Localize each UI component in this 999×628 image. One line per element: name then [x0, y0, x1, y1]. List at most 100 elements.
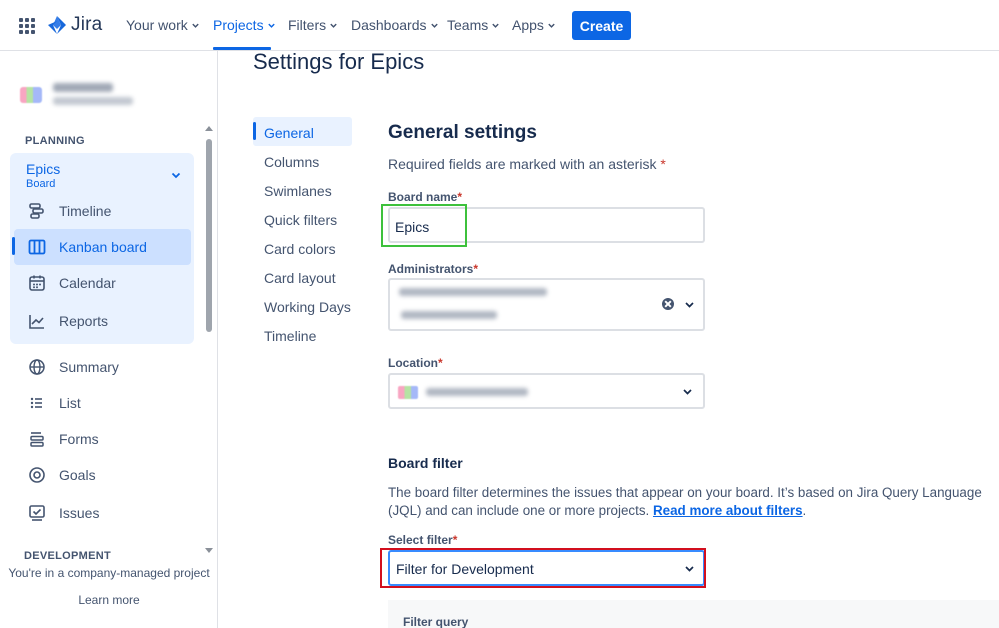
nav-your-work[interactable]: Your work [126, 17, 200, 33]
sidebar-item-summary[interactable]: Summary [28, 358, 119, 376]
location-project-avatar [398, 386, 418, 399]
nav-projects-label: Projects [213, 17, 264, 33]
location-value-redacted [426, 388, 528, 396]
sidebar-item-label: Issues [59, 505, 100, 521]
sidebar-item-timeline[interactable]: Timeline [28, 202, 111, 220]
board-group-title[interactable]: Epics [26, 161, 60, 177]
nav-dashboards-label: Dashboards [351, 17, 427, 33]
read-more-filters-link[interactable]: Read more about filters [653, 503, 803, 518]
create-button[interactable]: Create [572, 11, 631, 40]
required-note: Required fields are marked with an aster… [388, 156, 666, 172]
subnav-card-colors[interactable]: Card colors [264, 241, 336, 257]
chevron-down-icon [548, 23, 555, 28]
subnav-card-layout[interactable]: Card layout [264, 270, 336, 286]
nav-dashboards[interactable]: Dashboards [351, 17, 439, 33]
sidebar: PLANNING Epics Board Timeline Kanban boa… [0, 51, 218, 628]
subnav-active-marker [253, 122, 256, 140]
chevron-down-icon[interactable] [682, 386, 693, 397]
required-asterisk: * [660, 156, 666, 172]
board-filter-description: The board filter determines the issues t… [388, 484, 988, 520]
filter-query-label: Filter query [403, 615, 469, 628]
sidebar-item-issues[interactable]: Issues [28, 504, 99, 522]
highlight-box-green [381, 204, 467, 247]
jira-logo[interactable]: Jira [47, 14, 102, 36]
subnav-swimlanes[interactable]: Swimlanes [264, 183, 332, 199]
reports-icon [29, 315, 44, 329]
sidebar-item-list[interactable]: List [28, 394, 81, 412]
sidebar-item-label: Timeline [59, 203, 112, 219]
filter-query-panel [388, 600, 999, 628]
company-managed-note: You're in a company-managed project [8, 566, 210, 580]
issues-icon [29, 505, 45, 521]
project-avatar[interactable] [20, 87, 42, 103]
development-heading: DEVELOPMENT [24, 550, 112, 559]
subnav-general[interactable]: General [264, 125, 314, 141]
sidebar-item-label: List [59, 395, 81, 411]
sidebar-item-label: Goals [59, 467, 96, 483]
sidebar-item-calendar[interactable]: Calendar [28, 274, 116, 292]
nav-apps[interactable]: Apps [512, 17, 556, 33]
sidebar-scrollbar[interactable] [206, 139, 212, 332]
nav-filters[interactable]: Filters [288, 17, 338, 33]
kanban-active-marker [12, 237, 15, 255]
description-end-punct: . [802, 503, 807, 518]
jira-logo-text: Jira [71, 14, 103, 35]
required-asterisk: * [452, 533, 458, 547]
kanban-icon [28, 239, 46, 255]
sidebar-item-kanban-board[interactable]: Kanban board [28, 238, 147, 256]
clear-icon[interactable] [662, 298, 674, 310]
globe-icon [29, 359, 45, 375]
goals-icon [29, 467, 45, 483]
nav-projects[interactable]: Projects [213, 17, 276, 33]
board-filter-heading: Board filter [388, 455, 463, 471]
subnav-quick-filters[interactable]: Quick filters [264, 212, 337, 228]
sidebar-item-forms[interactable]: Forms [28, 430, 99, 448]
sidebar-item-label: Reports [59, 313, 109, 329]
scroll-down-arrow[interactable] [205, 548, 213, 553]
select-filter-label: Select filter* [388, 533, 457, 547]
nav-your-work-label: Your work [126, 17, 188, 33]
chevron-down-icon [267, 23, 275, 28]
general-settings-heading: General settings [388, 122, 537, 143]
list-icon [30, 397, 42, 409]
nav-filters-label: Filters [288, 17, 327, 33]
jira-logo-icon [48, 16, 66, 34]
sidebar-item-label: Calendar [59, 275, 116, 291]
top-navigation: Jira Your work Projects Filters Dashboar… [0, 0, 999, 51]
sidebar-item-label: Summary [59, 359, 119, 375]
page-title: Settings for Epics [253, 49, 425, 74]
chevron-down-icon [192, 23, 199, 28]
planning-heading: PLANNING [25, 135, 85, 147]
nav-teams[interactable]: Teams [447, 17, 500, 33]
subnav-timeline[interactable]: Timeline [264, 328, 316, 344]
required-asterisk: * [438, 356, 443, 370]
chevron-down-icon[interactable] [170, 169, 182, 181]
learn-more-link[interactable]: Learn more [0, 593, 218, 607]
nav-apps-label: Apps [512, 17, 544, 33]
sidebar-item-label: Forms [59, 431, 99, 447]
project-type-redacted [53, 97, 133, 105]
administrators-label-text: Administrators [388, 262, 474, 276]
chevron-down-icon [492, 23, 499, 28]
location-label: Location* [388, 356, 443, 370]
chevron-down-icon [430, 23, 438, 28]
project-name-redacted [53, 83, 113, 92]
scroll-up-arrow[interactable] [205, 126, 213, 131]
board-name-label-text: Board name [388, 190, 458, 204]
app-switcher-icon[interactable] [19, 18, 35, 34]
sidebar-item-goals[interactable]: Goals [28, 466, 96, 484]
forms-icon [30, 432, 44, 447]
admin-chip-redacted[interactable] [401, 311, 497, 319]
calendar-icon [29, 275, 45, 291]
administrators-label: Administrators* [388, 262, 478, 276]
subnav-working-days[interactable]: Working Days [264, 299, 351, 315]
admin-chip-redacted[interactable] [399, 288, 547, 296]
chevron-down-icon[interactable] [684, 299, 695, 310]
administrators-select[interactable] [388, 278, 705, 331]
subnav-columns[interactable]: Columns [264, 154, 319, 170]
board-name-label: Board name* [388, 190, 462, 204]
sidebar-item-reports[interactable]: Reports [28, 312, 108, 330]
highlight-box-red [380, 548, 706, 588]
select-filter-label-text: Select filter [388, 533, 453, 547]
sidebar-item-label: Kanban board [59, 239, 147, 255]
